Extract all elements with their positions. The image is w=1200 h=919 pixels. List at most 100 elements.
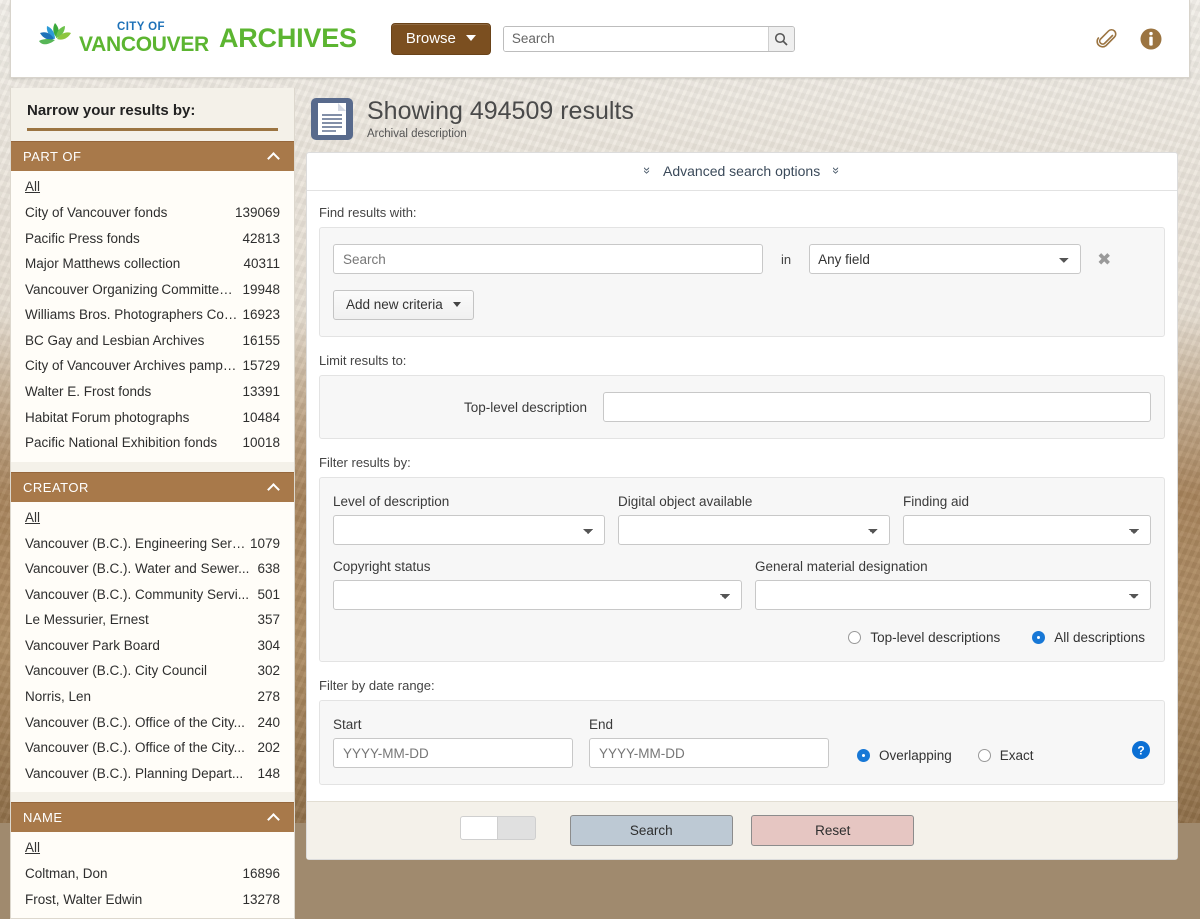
filter-results-label: Filter results by:: [319, 455, 1165, 470]
radio-exact[interactable]: Exact: [978, 748, 1034, 763]
facet-item-label: Vancouver (B.C.). Planning Depart...: [25, 764, 253, 784]
facet-item-label: Vancouver Park Board: [25, 636, 253, 656]
panel-actions: Search Reset: [307, 801, 1177, 859]
facet-item[interactable]: Vancouver (B.C.). City Council 302: [11, 658, 294, 684]
facet-item[interactable]: Vancouver (B.C.). Office of the City... …: [11, 710, 294, 736]
facet-item-count: 302: [257, 661, 280, 681]
browse-button[interactable]: Browse: [391, 23, 491, 55]
facet-item[interactable]: Frost, Walter Edwin 13278: [11, 887, 294, 913]
facet-creator-all[interactable]: All: [11, 506, 294, 531]
advanced-search-toggle[interactable]: » Advanced search options »: [307, 153, 1177, 191]
date-start-input[interactable]: [333, 738, 573, 768]
facet-item[interactable]: Walter E. Frost fonds 13391: [11, 379, 294, 405]
chevron-double-down-right-icon: »: [829, 167, 844, 174]
facet-part-of-body: All City of Vancouver fonds 139069 Pacif…: [11, 171, 294, 462]
add-new-criteria-button[interactable]: Add new criteria: [333, 290, 474, 320]
city-of-vancouver-leaf-icon: [35, 19, 77, 59]
digital-object-available-select[interactable]: [618, 515, 890, 545]
facet-item[interactable]: Norris, Len 278: [11, 684, 294, 710]
facet-name-title: NAME: [23, 810, 63, 825]
facet-item[interactable]: Vancouver Park Board 304: [11, 633, 294, 659]
facet-item-label: BC Gay and Lesbian Archives: [25, 331, 238, 351]
logo-vancouver: VANCOUVER: [79, 34, 209, 55]
facet-item[interactable]: Habitat Forum photographs 10484: [11, 405, 294, 431]
paperclip-icon[interactable]: [1095, 27, 1119, 51]
facet-item[interactable]: City of Vancouver Archives pamphl... 157…: [11, 353, 294, 379]
search-submit-button[interactable]: [768, 27, 794, 51]
facet-name-header[interactable]: NAME: [11, 802, 294, 832]
facet-item-count: 304: [257, 636, 280, 656]
radio-button-selected-icon: [1032, 631, 1045, 644]
chevron-up-icon: [267, 152, 280, 165]
facet-name-all[interactable]: All: [11, 836, 294, 861]
reset-button[interactable]: Reset: [751, 815, 914, 846]
facet-item[interactable]: Pacific National Exhibition fonds 10018: [11, 430, 294, 456]
help-circle-icon: ?: [1131, 740, 1151, 760]
radio-all-descriptions[interactable]: All descriptions: [1032, 630, 1145, 645]
facet-item[interactable]: City of Vancouver fonds 139069: [11, 200, 294, 226]
facet-item-count: 240: [257, 713, 280, 733]
top-level-description-input[interactable]: [603, 392, 1151, 422]
level-of-description-select[interactable]: [333, 515, 605, 545]
facet-part-of-all[interactable]: All: [11, 175, 294, 200]
facet-item[interactable]: Coltman, Don 16896: [11, 861, 294, 887]
criteria-search-input[interactable]: [333, 244, 763, 274]
facet-item[interactable]: Vancouver (B.C.). Office of the City... …: [11, 735, 294, 761]
facet-item-count: 278: [257, 687, 280, 707]
facet-item-count: 357: [257, 610, 280, 630]
pagination-page-2[interactable]: [498, 816, 536, 840]
facet-item[interactable]: Vancouver Organizing Committee ... 19948: [11, 277, 294, 303]
finding-aid-select[interactable]: [903, 515, 1151, 545]
facet-item[interactable]: Vancouver (B.C.). Water and Sewer... 638: [11, 556, 294, 582]
facet-item[interactable]: Williams Bros. Photographers Colle... 16…: [11, 302, 294, 328]
archival-description-icon: [310, 96, 354, 142]
facet-part-of-header[interactable]: PART OF: [11, 141, 294, 171]
facet-item[interactable]: Pacific Press fonds 42813: [11, 226, 294, 252]
pagination-page-1[interactable]: [460, 816, 498, 840]
facet-all-label: All: [25, 510, 40, 525]
facet-item-label: Williams Bros. Photographers Colle...: [25, 305, 238, 325]
radio-top-level-descriptions[interactable]: Top-level descriptions: [848, 630, 1000, 645]
facet-item-count: 501: [257, 585, 280, 605]
facet-item-label: Habitat Forum photographs: [25, 408, 238, 428]
site-logo[interactable]: CITY OF VANCOUVER ARCHIVES: [35, 19, 357, 59]
limit-results-box: Top-level description: [319, 375, 1165, 439]
facet-creator-header[interactable]: CREATOR: [11, 472, 294, 502]
facet-item[interactable]: Vancouver (B.C.). Planning Depart... 148: [11, 761, 294, 787]
facet-item[interactable]: Vancouver (B.C.). Community Servi... 501: [11, 582, 294, 608]
facet-item-label: Major Matthews collection: [25, 254, 239, 274]
general-material-designation-select[interactable]: [755, 580, 1151, 610]
criteria-field-select[interactable]: Any field: [809, 244, 1081, 274]
svg-text:?: ?: [1137, 744, 1144, 758]
facet-item-label: Pacific National Exhibition fonds: [25, 433, 238, 453]
facet-item-label: Vancouver (B.C.). Engineering Servi...: [25, 534, 246, 554]
radio-overlapping[interactable]: Overlapping: [857, 748, 952, 763]
search-button[interactable]: Search: [570, 815, 733, 846]
facet-item-count: 16923: [242, 305, 280, 325]
facet-creator-title: CREATOR: [23, 480, 89, 495]
info-icon[interactable]: [1139, 27, 1163, 51]
copyright-status-field: Copyright status: [333, 559, 742, 610]
filter-results-box: Level of description Digital object avai…: [319, 477, 1165, 662]
radio-exact-label: Exact: [1000, 748, 1034, 763]
search-input[interactable]: [504, 27, 768, 51]
facet-all-label: All: [25, 179, 40, 194]
facet-item[interactable]: Le Messurier, Ernest 357: [11, 607, 294, 633]
date-range-help-button[interactable]: ?: [1131, 740, 1151, 768]
facet-item-count: 638: [257, 559, 280, 579]
filter-grid-row-1: Level of description Digital object avai…: [333, 494, 1151, 545]
facet-item-label: Frost, Walter Edwin: [25, 890, 238, 910]
copyright-status-select[interactable]: [333, 580, 742, 610]
facet-item[interactable]: BC Gay and Lesbian Archives 16155: [11, 328, 294, 354]
date-end-input[interactable]: [589, 738, 829, 768]
date-start-field: Start: [333, 717, 573, 768]
digital-object-available-field: Digital object available: [618, 494, 890, 545]
pagination[interactable]: [460, 816, 536, 840]
facet-item[interactable]: Major Matthews collection 40311: [11, 251, 294, 277]
criteria-remove-button[interactable]: ✖: [1097, 251, 1111, 268]
facet-item[interactable]: Vancouver (B.C.). Engineering Servi... 1…: [11, 531, 294, 557]
facet-all-label: All: [25, 840, 40, 855]
criteria-box: in Any field ✖ Add new criteria: [319, 227, 1165, 337]
date-start-label: Start: [333, 717, 573, 732]
facet-item-label: City of Vancouver fonds: [25, 203, 231, 223]
